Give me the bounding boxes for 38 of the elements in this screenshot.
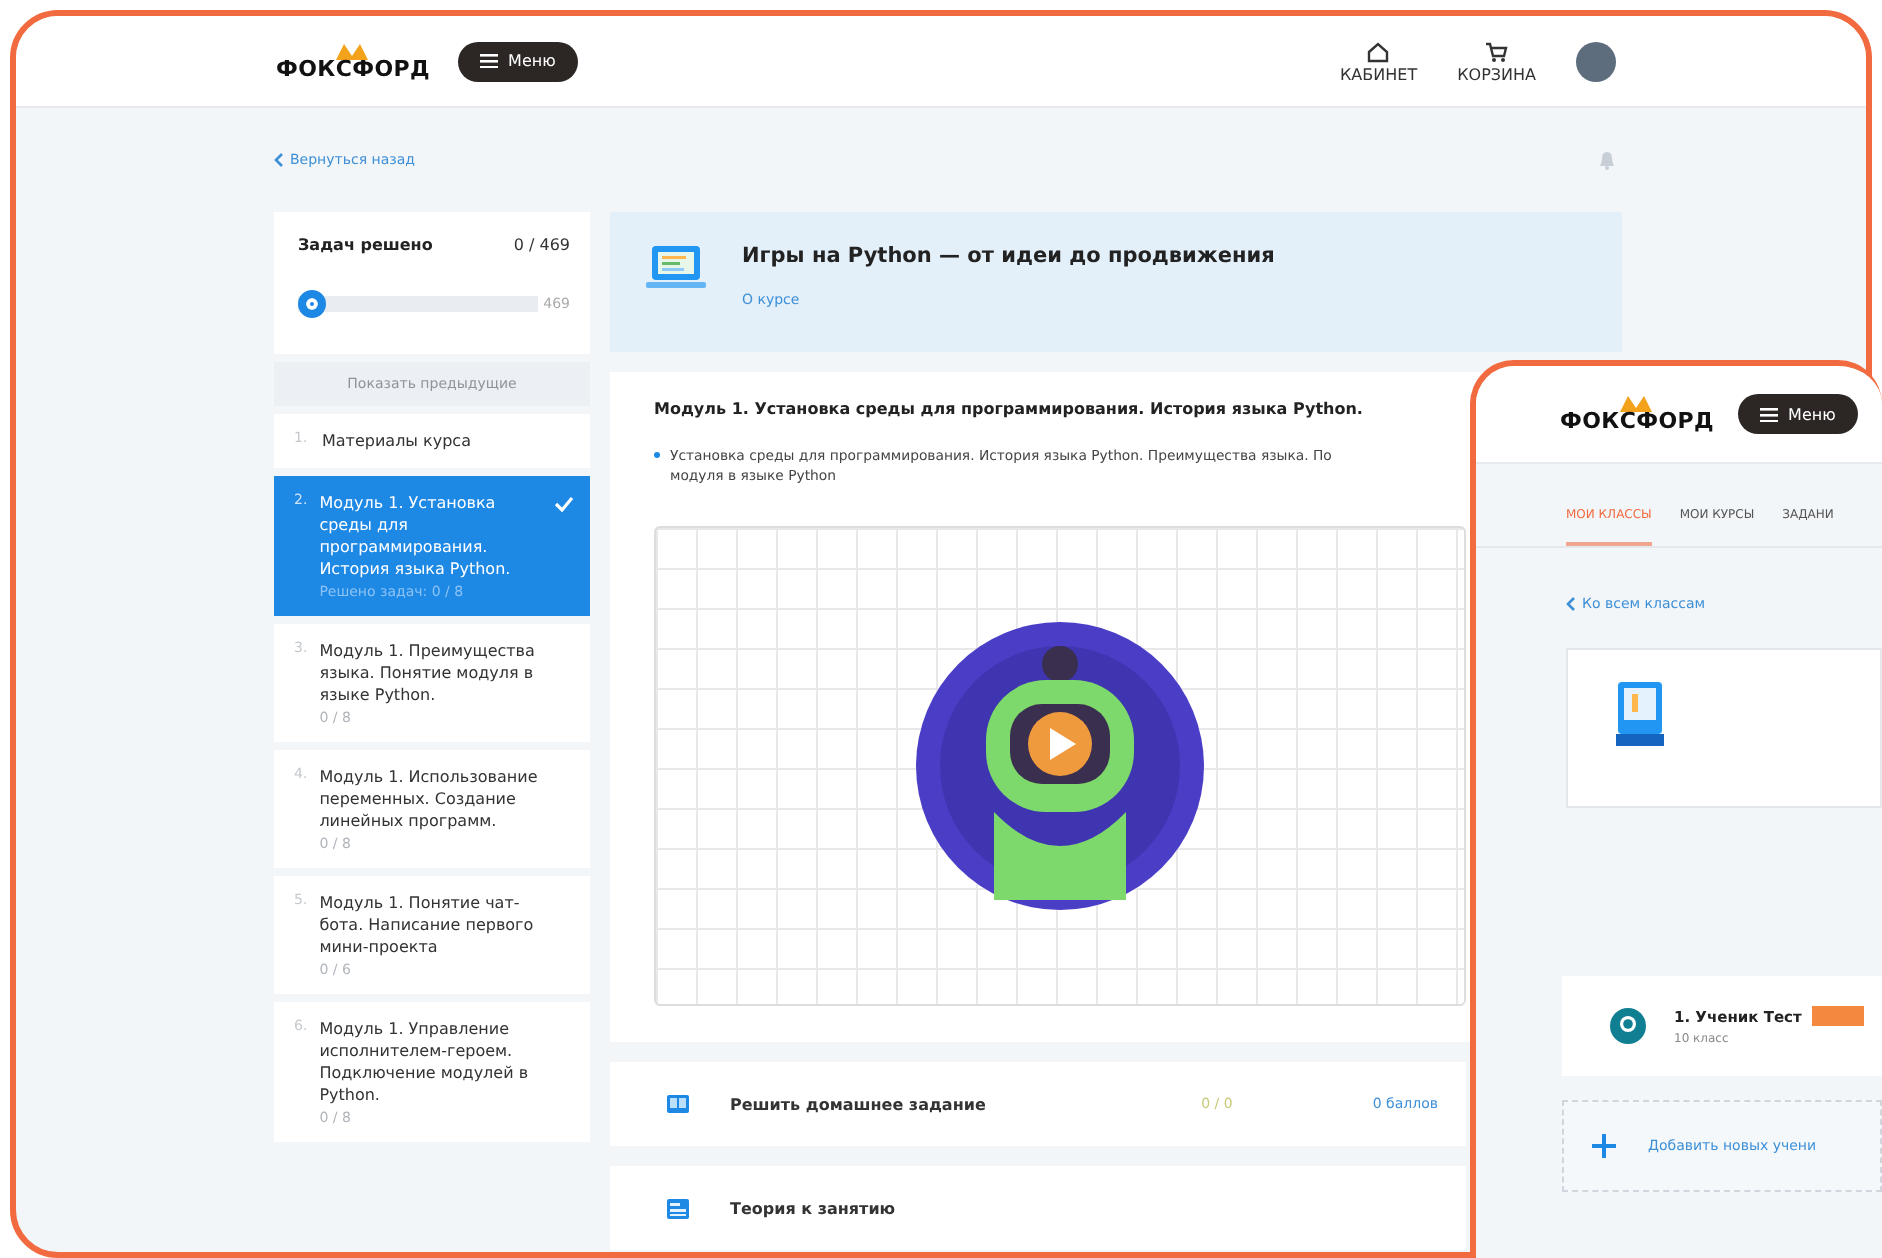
status-badge bbox=[1811, 1006, 1864, 1026]
document-icon bbox=[666, 1197, 690, 1219]
chevron-left-icon bbox=[1566, 596, 1576, 612]
bullet-icon bbox=[654, 452, 660, 458]
laptop-icon bbox=[646, 244, 706, 292]
progress-count: 0 / 469 bbox=[513, 236, 570, 254]
nav-link[interactable]: КОРЗИНА bbox=[1457, 39, 1536, 83]
avatar-photo[interactable] bbox=[1576, 41, 1616, 81]
lesson-title: Материалы курса bbox=[322, 430, 471, 452]
lesson-title: Модуль 1. Понятие чат-бота. Написание первого мини-проекта bbox=[319, 892, 536, 958]
lesson-title: Модуль 1. Установка среды для программирования. История языка Python. bbox=[319, 492, 513, 580]
menu-icon bbox=[1760, 407, 1779, 421]
student-avatar-icon bbox=[1610, 1008, 1646, 1044]
task-title: Теория к занятию bbox=[730, 1199, 898, 1217]
module-title: Модуль 1. Установка среды для программирования. История языка Python. bbox=[654, 400, 1365, 418]
lesson-title: Модуль 1. Преимущества языка. Понятие модуля в языке Python. bbox=[319, 640, 537, 706]
menu-button[interactable]: Меню bbox=[1738, 394, 1858, 434]
lesson-title: Модуль 1. Управление исполнителем-героем. Подключение модулей в Python. bbox=[319, 1018, 531, 1106]
cart-icon bbox=[1484, 39, 1509, 63]
menu-button[interactable]: Меню bbox=[458, 41, 578, 81]
menu-icon bbox=[480, 54, 499, 68]
task-row[interactable]: Теория к занятию bbox=[610, 1166, 1466, 1250]
book-icon bbox=[666, 1094, 690, 1114]
logo[interactable]: ФОКСФОРД bbox=[276, 55, 431, 81]
progress-thumb[interactable] bbox=[298, 290, 326, 318]
check-icon bbox=[554, 496, 574, 512]
logo[interactable]: ФОКСФОРД bbox=[1560, 408, 1715, 434]
nav-link[interactable]: КАБИНЕТ bbox=[1340, 39, 1418, 83]
video-frame[interactable] bbox=[654, 526, 1466, 1006]
plus-icon bbox=[1592, 1134, 1616, 1158]
computer-icon bbox=[1616, 682, 1664, 746]
home-icon bbox=[1366, 39, 1391, 63]
task-title: Решить домашнее задание bbox=[730, 1095, 988, 1113]
course-title: Игры на Python — от идеи до продвижения bbox=[742, 244, 1275, 268]
progress-title: Задач решено bbox=[298, 236, 433, 254]
lesson-title: Модуль 1. Использование переменных. Создание линейных программ. bbox=[319, 766, 540, 832]
bell-icon bbox=[1598, 150, 1616, 170]
chevron-left-icon bbox=[274, 152, 284, 168]
